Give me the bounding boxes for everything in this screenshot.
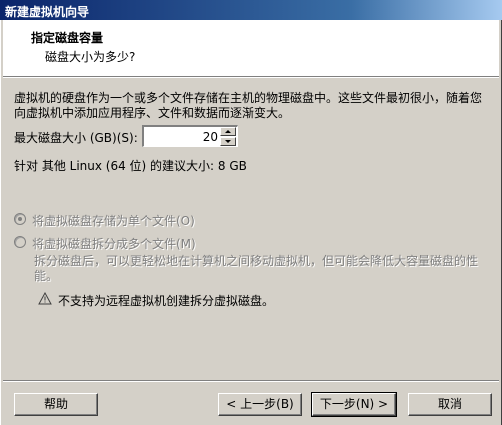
cancel-button[interactable]: 取消 xyxy=(408,393,492,416)
arrow-up-icon xyxy=(225,130,231,133)
arrow-down-icon xyxy=(225,140,231,143)
disk-size-spinner xyxy=(220,127,236,146)
help-button[interactable]: 帮助 xyxy=(14,393,98,416)
disk-description: 虚拟机的硬盘作为一个或多个文件存储在主机的物理磁盘中。这些文件最初很小，随着您向… xyxy=(14,91,483,120)
title-bar[interactable]: 新建虚拟机向导 xyxy=(0,0,502,20)
back-button[interactable]: < 上一步(B) xyxy=(218,393,302,416)
page-title: 指定磁盘容量 xyxy=(31,31,104,45)
split-description: 拆分磁盘后，可以更轻松地在计算机之间移动虚拟机，但可能会降低大容量磁盘的性能。 xyxy=(34,254,479,283)
disk-size-input[interactable] xyxy=(145,128,220,145)
radio-button[interactable] xyxy=(14,213,26,225)
recommended-size: 针对 其他 Linux (64 位) 的建议大小: 8 GB xyxy=(14,159,247,173)
window-title: 新建虚拟机向导 xyxy=(5,5,90,19)
spin-down-button[interactable] xyxy=(220,137,236,146)
radio-split-files-label: 将虚拟磁盘拆分成多个文件(M) xyxy=(32,237,196,251)
radio-button[interactable] xyxy=(14,236,26,248)
next-button[interactable]: 下一步(N) > xyxy=(311,392,397,417)
disk-size-label: 最大磁盘大小 (GB)(S): xyxy=(14,131,138,145)
disk-size-stepper xyxy=(142,125,238,147)
radio-selected-dot xyxy=(18,217,22,221)
wizard-header: 指定磁盘容量 磁盘大小为多少? xyxy=(3,20,499,78)
radio-single-file-label: 将虚拟磁盘存储为单个文件(O) xyxy=(32,214,195,228)
spin-up-button[interactable] xyxy=(220,127,236,136)
warning-text: 不支持为远程虚拟机创建拆分虚拟磁盘。 xyxy=(58,294,275,308)
warning-icon xyxy=(38,292,52,305)
button-separator xyxy=(3,380,499,382)
window-frame-left xyxy=(0,20,3,425)
page-subtitle: 磁盘大小为多少? xyxy=(45,50,136,64)
